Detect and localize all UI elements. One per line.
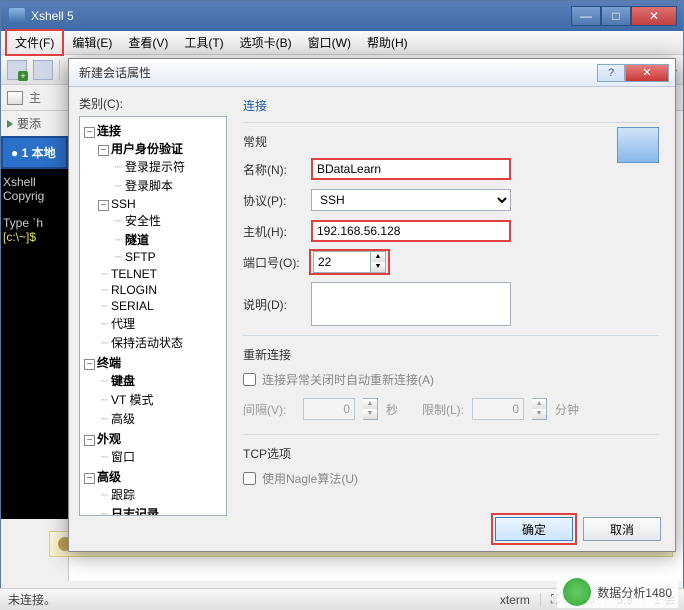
reconnect-label: 连接异常关闭时自动重新连接(A) — [262, 371, 434, 388]
tree-proxy[interactable]: 代理 — [111, 317, 135, 331]
menubar: 文件(F) 编辑(E) 查看(V) 工具(T) 选项卡(B) 窗口(W) 帮助(… — [1, 31, 683, 55]
dialog-titlebar[interactable]: 新建会话属性 ? ✕ — [69, 59, 675, 87]
tree-connection[interactable]: 连接 — [97, 124, 121, 138]
menu-file[interactable]: 文件(F) — [5, 29, 64, 56]
session-tab-local[interactable]: ● 1 本地 — [1, 136, 68, 169]
tree-advanced[interactable]: 高级 — [97, 470, 121, 484]
tree-ssh-sftp[interactable]: SFTP — [125, 250, 156, 264]
tree-login-prompt[interactable]: 登录提示符 — [125, 160, 185, 174]
nagle-checkbox[interactable] — [243, 472, 256, 485]
tree-keyboard[interactable]: 键盘 — [111, 374, 135, 388]
status-term-type: xterm — [500, 593, 530, 607]
tree-window[interactable]: 窗口 — [111, 450, 135, 464]
new-session-icon[interactable] — [7, 60, 27, 80]
dialog-close-button[interactable]: ✕ — [625, 64, 669, 82]
limit-input[interactable] — [472, 398, 524, 420]
panel-hint: 要添 — [1, 111, 68, 136]
group-general: 常规 — [243, 133, 659, 150]
status-connection: 未连接。 — [8, 591, 56, 608]
interval-label: 间隔(V): — [243, 401, 295, 418]
interval-input[interactable] — [303, 398, 355, 420]
menu-tabs[interactable]: 选项卡(B) — [232, 31, 300, 54]
tree-serial[interactable]: SERIAL — [111, 299, 154, 313]
close-button[interactable]: ✕ — [631, 6, 677, 26]
limit-spinner[interactable]: ▲▼ — [532, 398, 547, 420]
wechat-icon — [563, 578, 591, 606]
open-icon[interactable] — [33, 60, 53, 80]
interval-unit: 秒 — [386, 401, 398, 418]
terminal-preview: Xshell Copyrig Type `h [c:\~]$ — [1, 169, 68, 519]
menu-view[interactable]: 查看(V) — [120, 31, 176, 54]
tree-keepalive[interactable]: 保持活动状态 — [111, 336, 183, 350]
tree-log[interactable]: 日志记录 — [111, 507, 159, 516]
host-label: 主机(H): — [243, 223, 311, 240]
menu-edit[interactable]: 编辑(E) — [64, 31, 120, 54]
ok-button[interactable]: 确定 — [495, 517, 573, 541]
protocol-select[interactable]: SSH — [311, 189, 511, 211]
settings-pane: 连接 常规 名称(N): 协议(P): SSH 主机(H): 端口号(O): ▲… — [237, 95, 665, 501]
interval-spinner[interactable]: ▲▼ — [363, 398, 378, 420]
window-title: Xshell 5 — [31, 9, 571, 23]
tree-ssh[interactable]: SSH — [111, 197, 136, 211]
limit-label: 限制(L): — [422, 401, 464, 418]
menu-window[interactable]: 窗口(W) — [300, 31, 359, 54]
description-label: 说明(D): — [243, 296, 311, 313]
tree-ssh-tunnel[interactable]: 隧道 — [125, 233, 149, 247]
tree-vt-mode[interactable]: VT 模式 — [111, 393, 153, 407]
app-icon — [9, 8, 25, 24]
watermark-text: 数据分析1480 — [597, 584, 672, 601]
category-tree[interactable]: −连接 −用户身份验证 ┈登录提示符 ┈登录脚本 −SSH ┈安全性 — [79, 116, 227, 516]
port-spinner[interactable]: ▲▼ — [371, 251, 386, 273]
limit-unit: 分钟 — [555, 401, 579, 418]
watermark: 数据分析1480 — [557, 576, 678, 608]
protocol-label: 协议(P): — [243, 192, 311, 209]
menu-tools[interactable]: 工具(T) — [176, 31, 231, 54]
tree-appearance[interactable]: 外观 — [97, 432, 121, 446]
tree-telnet[interactable]: TELNET — [111, 267, 157, 281]
name-label: 名称(N): — [243, 161, 311, 178]
dialog-help-button[interactable]: ? — [597, 64, 625, 82]
home-icon[interactable] — [7, 91, 23, 105]
reconnect-checkbox[interactable] — [243, 373, 256, 386]
expand-icon[interactable]: − — [84, 127, 95, 138]
port-input[interactable] — [313, 251, 371, 273]
tree-trace[interactable]: 跟踪 — [111, 488, 135, 502]
dialog-title: 新建会话属性 — [79, 64, 597, 81]
nagle-label: 使用Nagle算法(U) — [262, 470, 358, 487]
tree-terminal-advanced[interactable]: 高级 — [111, 412, 135, 426]
menu-help[interactable]: 帮助(H) — [359, 31, 416, 54]
tree-auth[interactable]: 用户身份验证 — [111, 142, 183, 156]
connection-icon — [617, 127, 659, 163]
cancel-button[interactable]: 取消 — [583, 517, 661, 541]
new-session-dialog: 新建会话属性 ? ✕ 类别(C): −连接 −用户身份验证 ┈登录提示符 ┈登录… — [68, 58, 676, 552]
section-title: 连接 — [243, 97, 659, 114]
arrow-icon — [7, 120, 13, 128]
host-input[interactable] — [311, 220, 511, 242]
tree-ssh-security[interactable]: 安全性 — [125, 214, 161, 228]
session-panel: 要添 ● 1 本地 Xshell Copyrig Type `h [c:\~]$ — [1, 111, 69, 581]
tree-login-script[interactable]: 登录脚本 — [125, 179, 173, 193]
tree-rlogin[interactable]: RLOGIN — [111, 283, 157, 297]
address-label: 主 — [29, 89, 41, 106]
port-label: 端口号(O): — [243, 254, 311, 271]
tree-terminal[interactable]: 终端 — [97, 356, 121, 370]
minimize-button[interactable]: — — [571, 6, 601, 26]
titlebar[interactable]: Xshell 5 — □ ✕ — [1, 1, 683, 31]
group-tcp: TCP选项 — [243, 445, 659, 462]
description-input[interactable] — [311, 282, 511, 326]
toolbar-separator — [59, 60, 60, 80]
category-label: 类别(C): — [79, 95, 227, 112]
group-reconnect: 重新连接 — [243, 346, 659, 363]
name-input[interactable] — [311, 158, 511, 180]
maximize-button[interactable]: □ — [601, 6, 631, 26]
